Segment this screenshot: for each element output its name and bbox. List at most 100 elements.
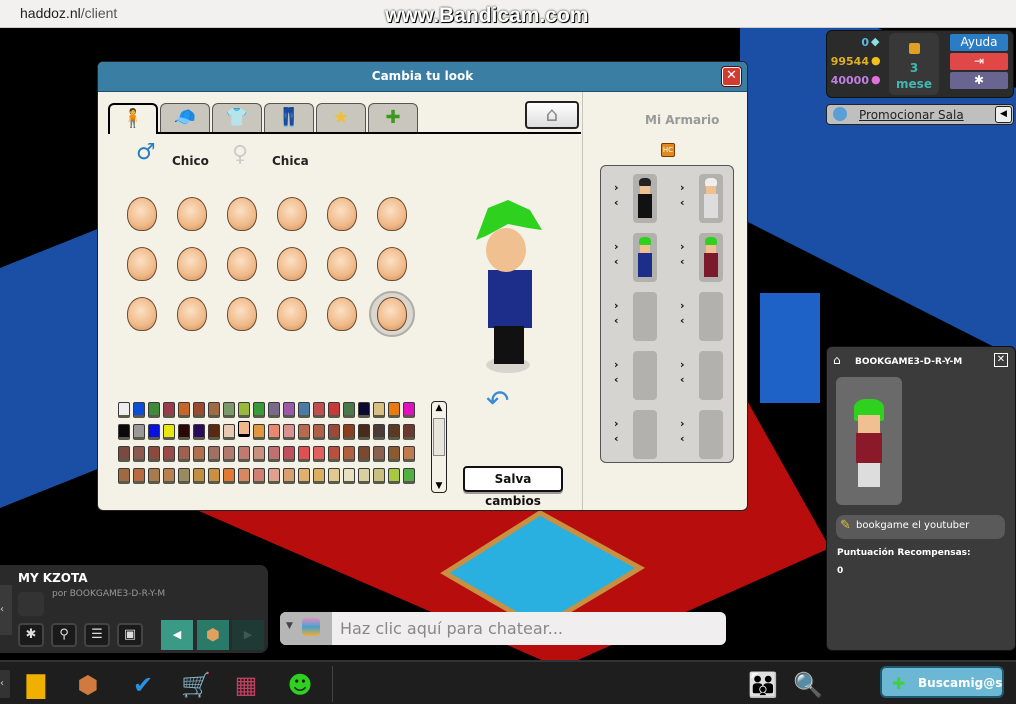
wardrobe-slot[interactable] xyxy=(699,292,723,341)
chat-history-button[interactable]: ☰ xyxy=(84,623,110,647)
motto-field[interactable]: ✎ bookgame el youtuber xyxy=(836,515,1005,539)
tab-bottoms[interactable]: 👖 xyxy=(264,103,314,133)
color-swatch[interactable] xyxy=(388,446,400,462)
color-swatch[interactable] xyxy=(313,446,325,462)
find-friends-button[interactable]: ✚ Buscamig@s xyxy=(880,666,1004,698)
friends-list-icon[interactable]: 👪 xyxy=(745,668,781,702)
color-swatch[interactable] xyxy=(208,468,220,484)
wardrobe-load-arrow[interactable]: ‹ xyxy=(680,255,685,269)
color-swatch[interactable] xyxy=(358,446,370,462)
color-swatch[interactable] xyxy=(148,468,160,484)
head-option[interactable] xyxy=(377,247,407,281)
settings-button[interactable]: ✱ xyxy=(950,72,1008,89)
color-swatch[interactable] xyxy=(163,446,175,462)
color-swatch[interactable] xyxy=(223,402,235,418)
gender-male-label[interactable]: Chico xyxy=(172,154,209,168)
scroll-up-icon[interactable]: ▲ xyxy=(433,403,445,413)
help-button[interactable]: Ayuda xyxy=(950,34,1008,51)
color-swatch[interactable] xyxy=(403,468,415,484)
tab-effects[interactable]: ✚ xyxy=(368,103,418,133)
color-swatch[interactable] xyxy=(193,402,205,418)
save-changes-button[interactable]: Salva cambios xyxy=(463,466,563,508)
head-option[interactable] xyxy=(277,247,307,281)
wardrobe-save-arrow[interactable]: › xyxy=(614,299,619,313)
color-swatch[interactable] xyxy=(343,468,355,484)
wardrobe-save-arrow[interactable]: › xyxy=(680,358,685,372)
wardrobe-slot[interactable] xyxy=(699,233,723,282)
head-option[interactable] xyxy=(127,197,157,231)
wardrobe-slot[interactable] xyxy=(633,351,657,400)
color-swatch[interactable] xyxy=(118,424,130,440)
hc-status[interactable]: 3 mese xyxy=(889,33,939,95)
color-swatch[interactable] xyxy=(178,446,190,462)
collapse-arrow-icon[interactable]: ◀ xyxy=(995,106,1012,123)
color-swatch[interactable] xyxy=(358,468,370,484)
head-option[interactable] xyxy=(227,297,257,331)
palette-scrollbar[interactable]: ▲ ▼ xyxy=(431,401,447,493)
wardrobe-save-arrow[interactable]: › xyxy=(680,240,685,254)
color-swatch[interactable] xyxy=(373,468,385,484)
collapse-room-info[interactable]: ‹ xyxy=(0,585,12,635)
tab-hats[interactable]: 🧢 xyxy=(160,103,210,133)
color-swatch[interactable] xyxy=(373,424,385,440)
color-swatch[interactable] xyxy=(133,446,145,462)
wardrobe-save-arrow[interactable]: › xyxy=(614,358,619,372)
dialog-header[interactable]: Cambia tu look ✕ xyxy=(98,62,747,92)
chat-style-selector[interactable]: ▼ xyxy=(280,612,332,645)
color-swatch[interactable] xyxy=(298,424,310,440)
navigator-icon[interactable]: ⬢ xyxy=(70,668,106,702)
wardrobe-load-arrow[interactable]: ‹ xyxy=(614,255,619,269)
tab-tops[interactable]: 👕 xyxy=(212,103,262,133)
color-swatch[interactable] xyxy=(133,468,145,484)
color-swatch[interactable] xyxy=(238,421,250,437)
head-option[interactable] xyxy=(327,297,357,331)
color-swatch[interactable] xyxy=(403,446,415,462)
camera-button[interactable]: ▣ xyxy=(117,623,143,647)
tab-body[interactable]: 🧍 xyxy=(108,103,158,134)
color-swatch[interactable] xyxy=(223,446,235,462)
wardrobe-slot[interactable] xyxy=(699,174,723,223)
wardrobe-slot[interactable] xyxy=(699,410,723,459)
room-settings-button[interactable]: ✱ xyxy=(18,623,44,647)
logout-button[interactable]: ⇥ xyxy=(950,53,1008,70)
color-swatch[interactable] xyxy=(283,446,295,462)
color-swatch[interactable] xyxy=(403,424,415,440)
wardrobe-slot[interactable] xyxy=(633,410,657,459)
color-swatch[interactable] xyxy=(118,468,130,484)
quests-icon[interactable]: ✔ xyxy=(125,668,161,702)
color-swatch[interactable] xyxy=(343,424,355,440)
color-swatch[interactable] xyxy=(208,402,220,418)
head-option[interactable] xyxy=(277,297,307,331)
color-swatch[interactable] xyxy=(313,402,325,418)
rotate-arrow-icon[interactable]: ↶ xyxy=(486,384,509,417)
head-option[interactable] xyxy=(177,197,207,231)
color-swatch[interactable] xyxy=(388,468,400,484)
color-swatch[interactable] xyxy=(253,468,265,484)
color-swatch[interactable] xyxy=(148,424,160,440)
wardrobe-load-arrow[interactable]: ‹ xyxy=(614,373,619,387)
color-swatch[interactable] xyxy=(388,424,400,440)
wardrobe-save-arrow[interactable]: › xyxy=(680,299,685,313)
wardrobe-load-arrow[interactable]: ‹ xyxy=(614,432,619,446)
head-option[interactable] xyxy=(277,197,307,231)
collapse-toolbar[interactable]: ‹ xyxy=(0,670,10,698)
wardrobe-slot[interactable] xyxy=(633,174,657,223)
wardrobe-slot[interactable] xyxy=(633,233,657,282)
color-swatch[interactable] xyxy=(253,424,265,440)
color-swatch[interactable] xyxy=(223,468,235,484)
inventory-icon[interactable]: ▦ xyxy=(228,668,264,702)
head-option[interactable] xyxy=(227,197,257,231)
search-friends-icon[interactable]: 🔍 xyxy=(790,668,826,702)
color-swatch[interactable] xyxy=(178,468,190,484)
color-swatch[interactable] xyxy=(268,402,280,418)
color-swatch[interactable] xyxy=(373,402,385,418)
color-swatch[interactable] xyxy=(223,424,235,440)
next-room-button[interactable]: ▶ xyxy=(232,620,264,650)
color-swatch[interactable] xyxy=(148,446,160,462)
head-option[interactable] xyxy=(177,247,207,281)
close-icon[interactable]: ✕ xyxy=(722,67,741,86)
color-swatch[interactable] xyxy=(253,446,265,462)
color-swatch[interactable] xyxy=(373,446,385,462)
color-swatch[interactable] xyxy=(193,446,205,462)
color-swatch[interactable] xyxy=(283,468,295,484)
